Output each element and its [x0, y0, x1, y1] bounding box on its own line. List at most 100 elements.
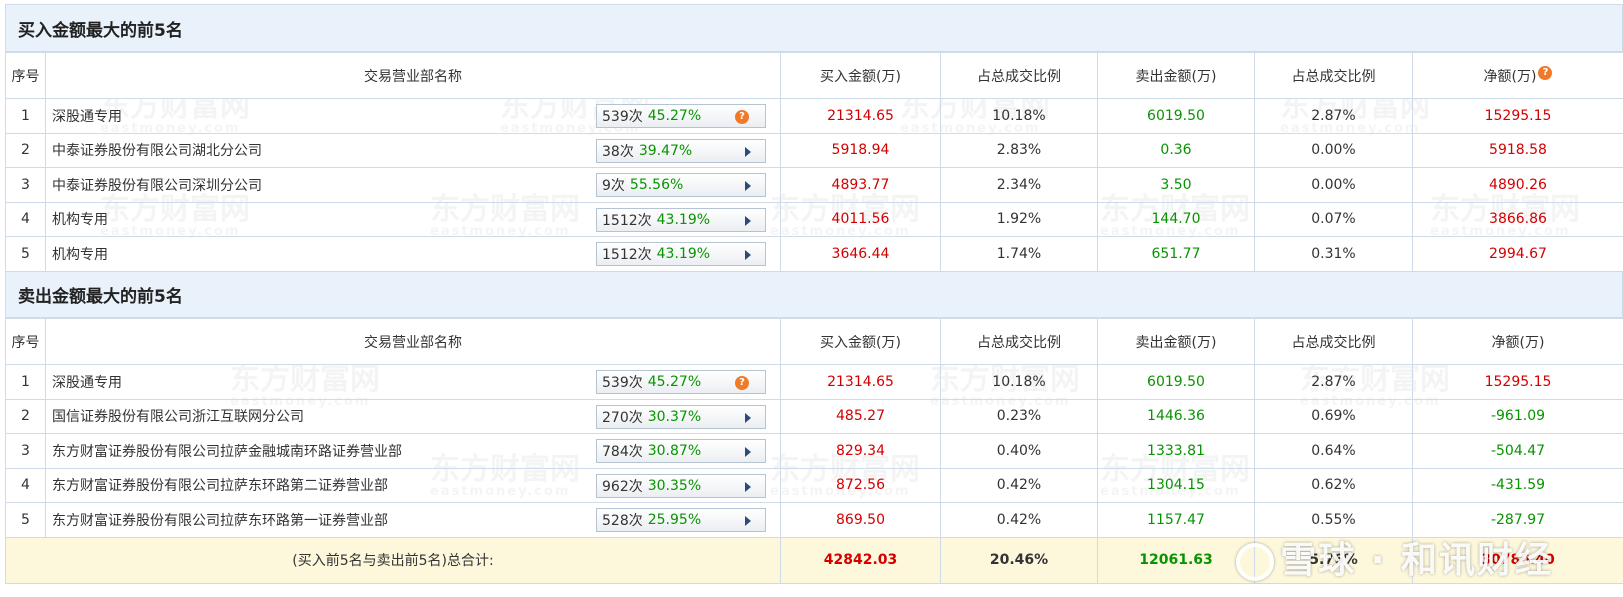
sell-amount: 0.36 [1097, 132, 1255, 168]
branch-name-link[interactable]: 东方财富证券股份有限公司拉萨金融城南环路证券营业部 [52, 444, 402, 460]
sell-table-header: 序号 交易营业部名称 买入金额(万) 占总成交比例 卖出金额(万) 占总成交比例… [5, 318, 1623, 365]
table-row: 5 机构专用 1512次 43.19% 3646.44 1.74% 651.77… [5, 236, 1623, 272]
play-arrow-icon[interactable] [745, 412, 751, 423]
branch-cell: 深股通专用 539次 45.27% ? [45, 364, 781, 400]
col-buy-ratio: 占总成交比例 [940, 52, 1098, 99]
appearance-stat-button[interactable]: 1512次 43.19% [596, 242, 766, 266]
appearance-stat-button[interactable]: 528次 25.95% [596, 508, 766, 532]
question-icon[interactable]: ? [735, 376, 749, 390]
win-rate: 43.19% [656, 211, 711, 228]
sell-amount: 1157.47 [1097, 502, 1255, 538]
branch-name-link[interactable]: 东方财富证券股份有限公司拉萨东环路第一证券营业部 [52, 513, 388, 529]
branch-name-link[interactable]: 东方财富证券股份有限公司拉萨东环路第二证券营业部 [52, 478, 388, 494]
play-arrow-icon[interactable] [745, 181, 751, 191]
col-buy-amount: 买入金额(万) [780, 52, 941, 99]
sell-ratio: 0.62% [1254, 467, 1413, 503]
branch-name-link[interactable]: 机构专用 [52, 212, 108, 228]
appearance-stat-button[interactable]: 539次 45.27% ? [596, 104, 766, 128]
play-arrow-icon[interactable] [745, 481, 751, 492]
win-rate: 25.95% [647, 512, 702, 528]
appearance-stat-button[interactable]: 784次 30.87% [596, 439, 766, 463]
appearance-stat-button[interactable]: 270次 30.37% [596, 404, 766, 429]
play-arrow-icon[interactable] [745, 146, 751, 157]
table-row: 1 深股通专用 539次 45.27% ? 21314.65 10.18% 60… [5, 364, 1623, 400]
table-row: 3 东方财富证券股份有限公司拉萨金融城南环路证券营业部 784次 30.87% … [5, 433, 1623, 469]
sell-section-title: 卖出金额最大的前5名 [5, 271, 1623, 318]
net-amount: 5918.58 [1412, 132, 1623, 168]
branch-name-link[interactable]: 中泰证券股份有限公司深圳分公司 [52, 178, 262, 194]
row-index: 1 [5, 98, 46, 134]
net-amount: 2994.67 [1412, 236, 1623, 272]
branch-name-link[interactable]: 中泰证券股份有限公司湖北分公司 [52, 143, 262, 159]
sell-ratio: 2.87% [1254, 98, 1413, 134]
branch-name-link[interactable]: 机构专用 [52, 247, 108, 263]
sell-amount: 651.77 [1097, 236, 1255, 272]
col-sell-ratio: 占总成交比例 [1254, 318, 1413, 365]
sell-ratio: 0.31% [1254, 236, 1413, 272]
buy-ratio: 0.23% [940, 398, 1098, 434]
col-sell-amount: 卖出金额(万) [1097, 52, 1255, 99]
play-arrow-icon[interactable] [745, 516, 751, 526]
row-index: 4 [5, 467, 46, 503]
sell-amount: 6019.50 [1097, 98, 1255, 134]
row-index: 2 [5, 132, 46, 168]
appearance-count: 1512次 [602, 212, 652, 229]
appearance-count: 1512次 [602, 247, 652, 263]
col-net-amount: 净额(万) [1412, 318, 1623, 365]
row-index: 4 [5, 201, 46, 237]
appearance-count: 38次 [602, 143, 634, 160]
net-amount: -504.47 [1412, 433, 1623, 469]
win-rate: 43.19% [656, 246, 711, 262]
play-arrow-icon[interactable] [745, 250, 751, 260]
buy-ratio: 2.83% [940, 132, 1098, 168]
appearance-stat-button[interactable]: 1512次 43.19% [596, 207, 766, 232]
buy-amount: 21314.65 [780, 364, 941, 400]
appearance-stat-button[interactable]: 962次 30.35% [596, 473, 766, 498]
play-arrow-icon[interactable] [745, 447, 751, 457]
appearance-count: 539次 [602, 375, 643, 391]
sell-ratio: 2.87% [1254, 364, 1413, 400]
col-branch-name: 交易营业部名称 [45, 52, 781, 99]
buy-section-title: 买入金额最大的前5名 [5, 4, 1623, 52]
question-icon[interactable]: ? [735, 110, 749, 124]
win-rate: 55.56% [629, 177, 684, 193]
col-sell-amount: 卖出金额(万) [1097, 318, 1255, 365]
branch-name-link[interactable]: 深股通专用 [52, 375, 122, 391]
buy-amount: 869.50 [780, 502, 941, 538]
buy-amount: 21314.65 [780, 98, 941, 134]
appearance-stat-button[interactable]: 38次 39.47% [596, 138, 766, 163]
buy-amount: 485.27 [780, 398, 941, 434]
buy-ratio: 1.92% [940, 201, 1098, 237]
question-icon[interactable]: ? [1538, 65, 1553, 80]
col-index: 序号 [5, 318, 46, 365]
buy-ratio: 0.40% [940, 433, 1098, 469]
branch-name-link[interactable]: 深股通专用 [52, 109, 122, 125]
buy-ratio: 0.42% [940, 502, 1098, 538]
sell-amount: 144.70 [1097, 201, 1255, 237]
net-amount: -431.59 [1412, 467, 1623, 503]
sell-amount: 1446.36 [1097, 398, 1255, 434]
appearance-stat-button[interactable]: 539次 45.27% ? [596, 370, 766, 394]
appearance-count: 962次 [602, 478, 643, 495]
total-buy-ratio: 20.46% [940, 536, 1098, 584]
sell-amount: 3.50 [1097, 167, 1255, 203]
total-buy-amount: 42842.03 [780, 536, 941, 584]
branch-cell: 东方财富证券股份有限公司拉萨东环路第一证券营业部 528次 25.95% [45, 502, 781, 538]
snowball-icon [1236, 543, 1275, 581]
play-arrow-icon[interactable] [745, 215, 751, 226]
row-index: 3 [5, 433, 46, 469]
row-index: 2 [5, 398, 46, 434]
table-row: 4 东方财富证券股份有限公司拉萨东环路第二证券营业部 962次 30.35% 8… [5, 467, 1623, 503]
total-label: (买入前5名与卖出前5名)总合计: [5, 536, 781, 584]
net-amount: 15295.15 [1412, 364, 1623, 400]
branch-name-link[interactable]: 国信证券股份有限公司浙江互联网分公司 [52, 409, 304, 425]
sell-ratio: 0.07% [1254, 201, 1413, 237]
sell-ratio: 0.00% [1254, 167, 1413, 203]
col-index: 序号 [5, 52, 46, 99]
buy-amount: 5918.94 [780, 132, 941, 168]
branch-cell: 东方财富证券股份有限公司拉萨东环路第二证券营业部 962次 30.35% [45, 467, 781, 503]
table-row: 4 机构专用 1512次 43.19% 4011.56 1.92% 144.70… [5, 201, 1623, 237]
branch-cell: 中泰证券股份有限公司湖北分公司 38次 39.47% [45, 132, 781, 168]
branch-cell: 机构专用 1512次 43.19% [45, 236, 781, 272]
appearance-stat-button[interactable]: 9次 55.56% [596, 173, 766, 197]
